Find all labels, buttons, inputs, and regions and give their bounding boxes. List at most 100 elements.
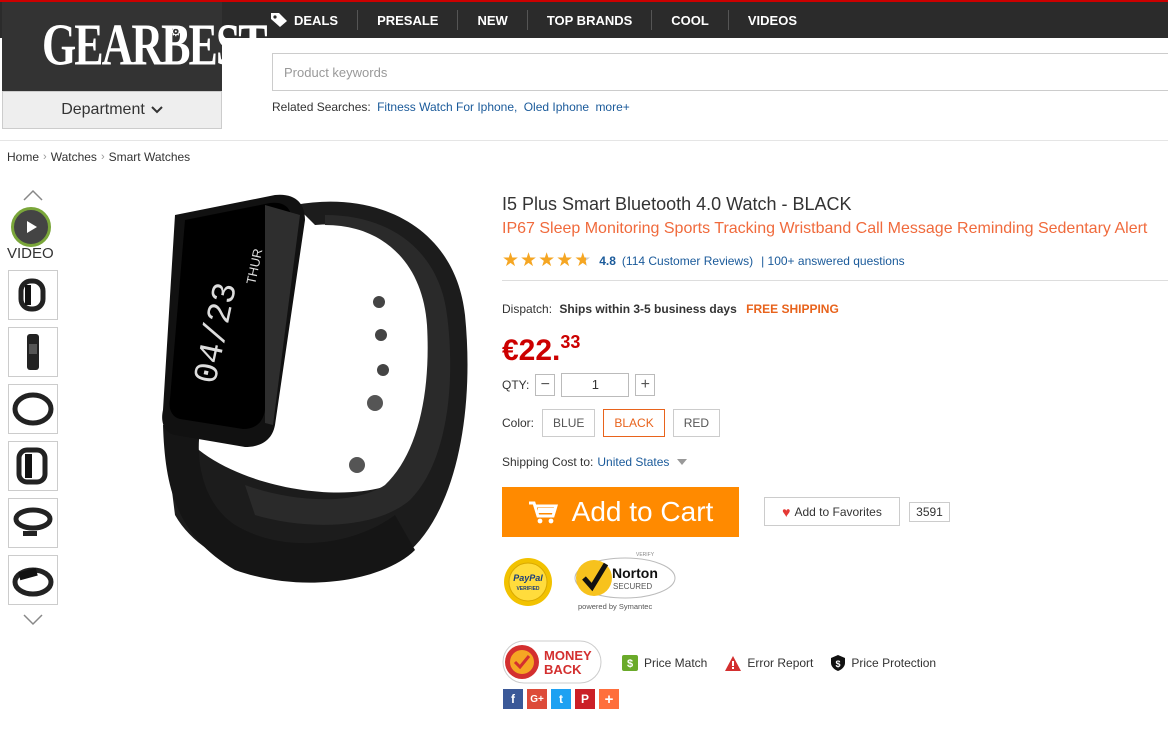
norton-powered-text: powered by Symantec (578, 602, 652, 611)
video-label: VIDEO (7, 245, 54, 262)
half-star-icon: ★ (574, 250, 592, 271)
facebook-icon[interactable]: f (503, 689, 523, 709)
add-to-favorites-label: Add to Favorites (794, 504, 882, 519)
add-to-favorites-button[interactable]: ♥ Add to Favorites (764, 497, 900, 526)
rating-stars: ★ ★ ★ ★ ★ (502, 251, 591, 270)
nav-deals-label: DEALS (294, 12, 339, 28)
thumbnail-5[interactable] (8, 498, 58, 548)
pinterest-icon[interactable]: P (575, 689, 595, 709)
google-plus-icon[interactable]: G+ (527, 689, 547, 709)
band-thumbnail-image (13, 507, 53, 536)
quantity-stepper: QTY: − 1 + (502, 373, 656, 397)
band-thumbnail-image (27, 334, 39, 370)
product-title: I5 Plus Smart Bluetooth 4.0 Watch - BLAC… (502, 194, 852, 214)
nav-deals[interactable]: DEALS (270, 10, 359, 30)
search-input[interactable]: Product keywords (272, 53, 1168, 91)
color-selector: Color: BLUE BLACK RED (502, 409, 721, 437)
questions-link[interactable]: | 100+ answered questions (761, 254, 905, 268)
band-thumbnail-image (16, 447, 48, 485)
color-option-black[interactable]: BLACK (603, 409, 665, 437)
breadcrumb-home[interactable]: Home (7, 150, 39, 164)
breadcrumb: Home › Watches › Smart Watches (7, 150, 190, 164)
more-share-icon[interactable]: + (599, 689, 619, 709)
dispatch-info: Dispatch: Ships within 3-5 business days… (502, 302, 839, 316)
nav-presale[interactable]: PRESALE (358, 10, 459, 30)
logo-box[interactable]: GEARBEST ⚙ (2, 2, 268, 91)
money-back-badge: MONEY BACK (502, 640, 602, 684)
price-protection-link[interactable]: $ Price Protection (831, 655, 936, 671)
nav-new[interactable]: NEW (458, 10, 528, 30)
svg-text:$: $ (627, 658, 633, 670)
thumbnail-4[interactable] (8, 441, 58, 491)
cart-icon (528, 501, 558, 524)
gear-icon: ⚙ (170, 24, 182, 39)
nav-cool[interactable]: COOL (652, 10, 729, 30)
shipping-cost: Shipping Cost to: United States (502, 455, 688, 469)
caret-down-icon (677, 459, 688, 465)
dispatch-label: Dispatch: (502, 302, 553, 316)
thumbnail-2[interactable] (8, 327, 58, 377)
social-share: f G+ t P + (503, 689, 619, 709)
add-to-cart-button[interactable]: Add to Cart (502, 487, 739, 537)
error-report-link[interactable]: Error Report (725, 655, 814, 671)
thumbnail-1[interactable] (8, 270, 58, 320)
guarantee-links: $ Price Match Error Report $ Price Prote… (622, 655, 954, 671)
rating-value: 4.8 (599, 253, 616, 268)
chevron-down-icon (151, 106, 163, 114)
price-main: €22. (502, 334, 561, 367)
related-label: Related Searches: (272, 100, 371, 114)
norton-text: Norton (612, 565, 658, 581)
nav-videos[interactable]: VIDEOS (729, 10, 816, 30)
shipping-country-dropdown[interactable]: United States (597, 455, 669, 469)
reviews-link[interactable]: (114 Customer Reviews) (622, 254, 753, 268)
twitter-icon[interactable]: t (551, 689, 571, 709)
color-option-blue[interactable]: BLUE (542, 409, 596, 437)
svg-text:$: $ (836, 659, 841, 669)
department-dropdown[interactable]: Department (2, 91, 222, 129)
breadcrumb-smart-watches[interactable]: Smart Watches (109, 150, 191, 164)
error-report-label: Error Report (747, 656, 814, 670)
thumbnail-6[interactable] (8, 555, 58, 605)
add-to-cart-label: Add to Cart (571, 496, 714, 527)
favorites-count: 3591 (909, 502, 950, 522)
free-shipping-badge: FREE SHIPPING (746, 302, 839, 316)
qty-label: QTY: (502, 378, 530, 392)
band-thumbnail-image (12, 392, 54, 426)
product-price: €22.33 (502, 332, 581, 368)
price-cents: 33 (560, 332, 581, 352)
search-placeholder: Product keywords (284, 64, 388, 80)
site-logo[interactable]: GEARBEST (42, 15, 268, 75)
paypal-verified-badge: PayPal VERIFIED (504, 558, 552, 606)
breadcrumb-watches[interactable]: Watches (51, 150, 97, 164)
paypal-verified-text: VERIFIED (516, 586, 539, 592)
related-link-fitness-watch[interactable]: Fitness Watch For Iphone, (377, 100, 517, 114)
related-link-oled-iphone[interactable]: Oled Iphone (524, 100, 589, 114)
related-link-more[interactable]: more+ (595, 100, 629, 114)
divider (502, 280, 1168, 281)
rating-row: ★ ★ ★ ★ ★ 4.8 (114 Customer Reviews) | 1… (502, 251, 905, 270)
color-option-red[interactable]: RED (672, 409, 721, 437)
heart-icon: ♥ (782, 503, 791, 520)
qty-input[interactable]: 1 (561, 373, 630, 397)
norton-verify-text: VERIFY (636, 552, 655, 558)
video-play-button[interactable] (11, 207, 51, 247)
thumbnail-3[interactable] (8, 384, 58, 434)
shipping-label: Shipping Cost to: (502, 455, 594, 469)
related-searches: Related Searches: Fitness Watch For Ipho… (272, 100, 630, 114)
qty-decrement-button[interactable]: − (535, 374, 556, 396)
product-main-image[interactable]: 04/23 THUR (155, 185, 475, 585)
gallery-up-arrow[interactable] (23, 189, 43, 201)
price-protection-label: Price Protection (851, 656, 937, 670)
band-thumbnail-image (12, 567, 54, 597)
money-back-text-2: BACK (544, 662, 582, 677)
department-label: Department (61, 101, 145, 118)
nav-top-brands[interactable]: TOP BRANDS (528, 10, 653, 30)
shield-icon: $ (831, 655, 846, 671)
gallery-down-arrow[interactable] (23, 614, 43, 626)
color-label: Color: (502, 416, 535, 430)
qty-increment-button[interactable]: + (635, 374, 656, 396)
price-match-link[interactable]: $ Price Match (622, 655, 707, 671)
paypal-badge-text: PayPal (513, 573, 543, 583)
star-icon: ★ (520, 250, 538, 271)
norton-secured-badge: VERIFY Norton SECURED powered by Symante… (574, 552, 676, 611)
